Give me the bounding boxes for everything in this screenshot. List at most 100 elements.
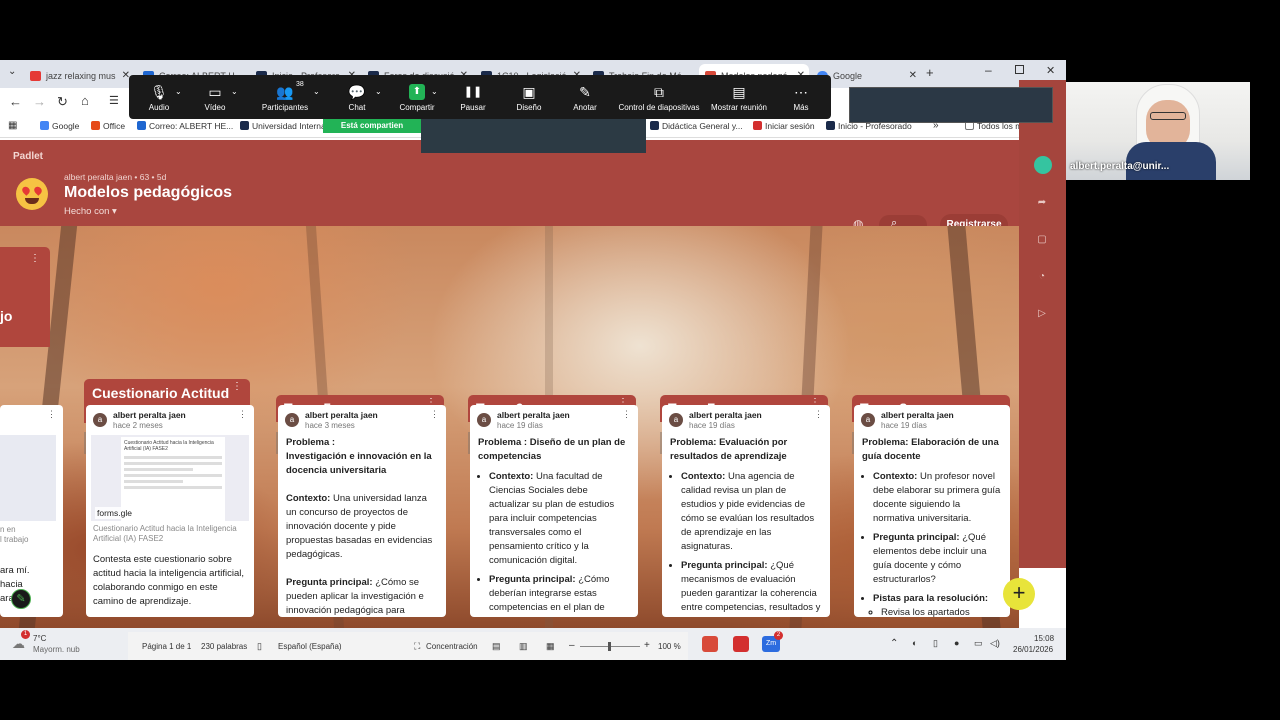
tab-list-icon[interactable]: ⌄ — [8, 66, 16, 77]
participants-button[interactable]: 👥 Participantes — [257, 75, 313, 119]
column-header-partial[interactable]: jo ⋮ — [0, 247, 50, 347]
tray-icon[interactable]: ◐ — [912, 638, 917, 648]
word-count[interactable]: 230 palabras — [201, 642, 247, 651]
slideshow-icon[interactable]: ▷ — [1036, 308, 1048, 320]
avatar: a — [285, 413, 299, 427]
zoom-in-icon[interactable]: + — [644, 640, 650, 651]
post-card-cuestionario[interactable]: a albert peralta jaen hace 2 meses ⋮ Cue… — [86, 405, 254, 617]
language[interactable]: Español (España) — [278, 642, 342, 651]
padlet-logo[interactable]: Padlet — [13, 151, 43, 162]
bookmark-iniciar-sesion[interactable]: Iniciar sesión — [753, 121, 815, 131]
zoom-out-icon[interactable]: – — [569, 640, 575, 651]
forward-icon[interactable]: → — [33, 94, 46, 109]
post-menu-icon[interactable]: ⋮ — [47, 409, 56, 420]
link-preview-image[interactable]: Cuestionario Actitud hacia la Inteligenc… — [91, 435, 249, 521]
bookmark-didactica[interactable]: Didáctica General y... — [650, 121, 743, 131]
bookmark-correo[interactable]: Correo: ALBERT HE... — [137, 121, 233, 131]
close-window-icon[interactable]: ✕ — [1046, 64, 1055, 77]
post-card-tema-5[interactable]: a albert peralta jaen hace 3 meses ⋮ Pro… — [278, 405, 446, 617]
tab-jazz[interactable]: jazz relaxing mus ✕ — [24, 64, 134, 88]
audio-button[interactable]: 🎙 Audio — [139, 75, 179, 119]
column-menu-icon[interactable]: ⋮ — [232, 381, 242, 393]
pause-share-button[interactable]: ❚❚ Pausar — [453, 75, 493, 119]
post-card-tema-7[interactable]: a albert peralta jaen hace 19 días ⋮ Pro… — [662, 405, 830, 617]
remake-icon[interactable]: ▢ — [1036, 234, 1048, 246]
network-icon[interactable]: ▭ — [974, 638, 983, 649]
annotate-button[interactable]: ✎ Anotar — [565, 75, 605, 119]
new-tab-icon[interactable]: + — [926, 65, 934, 80]
outlook-icon — [137, 121, 146, 130]
made-with[interactable]: Hecho con ▾ — [64, 206, 117, 217]
site-settings-icon[interactable]: ☰ — [109, 94, 119, 107]
web-layout-icon[interactable]: ▦ — [546, 641, 555, 652]
tray-chevron-icon[interactable]: ⌃ — [890, 638, 898, 649]
share-icon[interactable]: ➦ — [1036, 197, 1048, 209]
close-icon[interactable]: ✕ — [909, 64, 917, 88]
share-screen-button[interactable]: ⬆ Compartir — [395, 75, 439, 119]
show-meeting-button[interactable]: ▤ Mostrar reunión — [707, 75, 771, 119]
link-title[interactable]: Cuestionario Actitud hacia la Inteligenc… — [93, 524, 243, 544]
bookmark-label: Office — [103, 121, 126, 131]
zoom-level[interactable]: 100 % — [658, 642, 681, 651]
bookmark-google[interactable]: Google — [40, 121, 79, 131]
post-menu-icon[interactable]: ⋮ — [430, 409, 439, 420]
maximize-icon[interactable] — [1015, 65, 1024, 74]
volume-icon[interactable]: ◁) — [990, 638, 1000, 649]
tab-label: Google — [833, 71, 863, 81]
read-mode-icon[interactable]: ▤ — [492, 641, 501, 652]
mic-tray-icon[interactable]: ● — [954, 638, 959, 648]
video-button[interactable]: ▭ Vídeo — [195, 75, 235, 119]
context-label: Contexto: — [489, 471, 534, 482]
focus-mode[interactable]: Concentración — [426, 642, 478, 651]
layout-button[interactable]: ▣ Diseño — [509, 75, 549, 119]
apps-icon[interactable]: ▦ — [8, 120, 17, 131]
zoom-button-label: Control de diapositivas — [618, 103, 700, 112]
chevron-down-icon[interactable]: ⌄ — [231, 87, 238, 96]
acrobat-icon[interactable] — [733, 636, 749, 652]
post-card-tema-8[interactable]: a albert peralta jaen hace 19 días Probl… — [854, 405, 1010, 617]
powerpoint-icon[interactable] — [702, 636, 718, 652]
slide-control-button[interactable]: ⧉ Control de diapositivas — [617, 75, 701, 119]
post-preview-image — [0, 435, 56, 521]
list-item: Contexto: Un profesor novel debe elabora… — [873, 470, 1003, 526]
minimize-icon[interactable]: – — [985, 63, 992, 77]
column-menu-icon[interactable]: ⋮ — [30, 253, 40, 265]
chevron-down-icon[interactable]: ⌄ — [375, 87, 382, 96]
add-post-fab[interactable]: + — [1003, 578, 1035, 610]
bell-icon[interactable]: ◔ — [1036, 271, 1048, 283]
back-icon[interactable]: ← — [9, 94, 22, 109]
chevron-down-icon[interactable]: ⌄ — [313, 87, 320, 96]
weather-temp: 7°C — [33, 634, 47, 643]
avatar[interactable] — [1034, 156, 1052, 174]
battery-icon[interactable]: ▯ — [933, 638, 938, 649]
participants-count: 38 — [296, 81, 304, 88]
bookmark-universidad[interactable]: Universidad Interna — [240, 121, 326, 131]
page-count[interactable]: Página 1 de 1 — [142, 642, 191, 651]
proofing-icon[interactable]: ▯ — [257, 641, 262, 652]
post-card-partial[interactable]: ⋮ n en l trabajo ara mí. hacia ara — [0, 405, 63, 617]
context-text: Una agencia de calidad revisa un plan de… — [681, 471, 815, 552]
reload-icon[interactable]: ↻ — [57, 94, 68, 110]
print-layout-icon[interactable]: ▥ — [519, 641, 528, 652]
post-menu-icon[interactable]: ⋮ — [238, 409, 247, 420]
more-button[interactable]: ⋯ Más — [781, 75, 821, 119]
home-icon[interactable]: ⌂ — [81, 93, 89, 108]
unir-icon — [240, 121, 249, 130]
annotate-pen-icon[interactable]: ✎ — [11, 589, 31, 609]
bookmark-label: Iniciar sesión — [765, 121, 815, 131]
chevron-down-icon[interactable]: ⌄ — [431, 87, 438, 96]
bookmark-office[interactable]: Office — [91, 121, 125, 131]
zoom-slider-thumb[interactable] — [608, 642, 611, 651]
post-menu-icon[interactable]: ⋮ — [622, 409, 631, 420]
chat-button[interactable]: 💬 Chat — [337, 75, 377, 119]
zoom-button-label: Mostrar reunión — [710, 103, 768, 112]
clock-time: 15:08 — [1034, 634, 1055, 643]
chevron-down-icon[interactable]: ⌄ — [175, 87, 182, 96]
more-icon: ⋯ — [794, 84, 808, 100]
video-thumbnail — [421, 119, 646, 153]
post-menu-icon[interactable]: ⋮ — [814, 409, 823, 420]
post-card-tema-6[interactable]: a albert peralta jaen hace 19 días ⋮ Pro… — [470, 405, 638, 617]
focus-icon[interactable]: ⛶ — [414, 641, 420, 652]
participants-icon: 👥 — [276, 84, 294, 100]
post-author: albert peralta jaen — [113, 410, 186, 420]
